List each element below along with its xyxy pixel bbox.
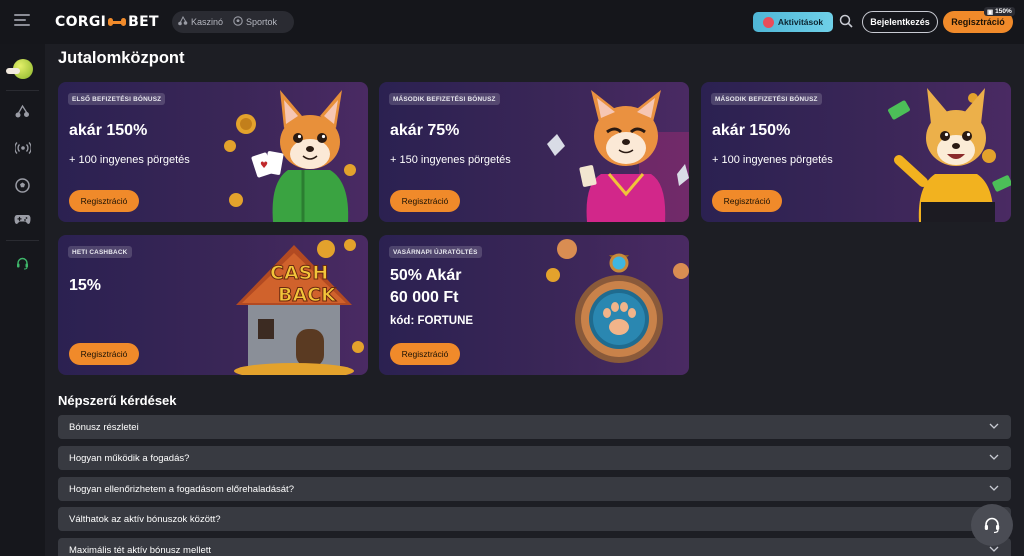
svg-text:♥: ♥ xyxy=(260,161,268,171)
card-register-button[interactable]: Regisztráció xyxy=(712,190,782,212)
main-nav: Kaszinó Sportok xyxy=(172,11,294,33)
sidebar-divider xyxy=(6,90,39,91)
card-register-button[interactable]: Regisztráció xyxy=(69,343,139,365)
search-icon[interactable] xyxy=(839,14,853,28)
nav-sports-label: Sportok xyxy=(246,17,278,27)
faq-item[interactable]: Bónusz részletei xyxy=(58,415,1011,439)
card-headline: 15% xyxy=(69,277,102,294)
faq-item[interactable]: Hogyan működik a fogadás? xyxy=(58,446,1011,470)
gift-icon: ▣ xyxy=(987,8,994,16)
cherries-icon xyxy=(178,15,188,28)
card-subtitle: + 150 ingyenes pörgetés xyxy=(390,154,511,166)
card-tag: VASÁRNAPI ÚJRATÖLTÉS xyxy=(389,246,482,258)
faq-item[interactable]: Hogyan ellenőrizhetem a fogadásom előreh… xyxy=(58,477,1011,501)
bonus-ball-icon xyxy=(5,59,33,79)
activities-button[interactable]: Aktivitások xyxy=(753,12,833,32)
corgi-pink-dress-illustration xyxy=(547,90,689,222)
sidebar-divider xyxy=(6,240,39,241)
card-tag: HETI CASHBACK xyxy=(68,246,132,258)
card-register-button[interactable]: Regisztráció xyxy=(69,190,139,212)
main-content: Jutalomközpont ELSŐ BEFIZETÉSI BÓNUSZ ak… xyxy=(45,44,1024,556)
support-chat-button[interactable] xyxy=(971,504,1013,546)
card-subtitle: + 100 ingyenes pörgetés xyxy=(712,154,833,166)
sidebar-item-games[interactable] xyxy=(0,204,45,234)
bonus-card-second-deposit-150: MÁSODIK BEFIZETÉSI BÓNUSZ akár 150% + 10… xyxy=(701,82,1011,222)
card-headline: akár 150% xyxy=(69,122,148,139)
faq-item[interactable]: Válthatok az aktív bónuszok között? xyxy=(58,507,1011,531)
nav-casino-label: Kaszinó xyxy=(191,17,224,27)
gamepad-icon xyxy=(14,215,31,224)
card-headline: akár 75% xyxy=(390,122,460,139)
rocket-icon xyxy=(762,16,774,28)
card-promo-code: kód: FORTUNE xyxy=(390,315,474,327)
logo-text-right: BET xyxy=(128,14,159,30)
headset-icon xyxy=(17,257,28,269)
card-register-button[interactable]: Regisztráció xyxy=(390,190,460,212)
sidebar-item-live[interactable] xyxy=(0,133,45,163)
bonus-card-second-deposit-75: MÁSODIK BEFIZETÉSI BÓNUSZ akár 75% + 150… xyxy=(379,82,689,222)
card-register-button[interactable]: Regisztráció xyxy=(390,343,460,365)
card-headline-line1: 50% Akár xyxy=(390,267,462,284)
faq-item[interactable]: Maximális tét aktív bónusz mellett xyxy=(58,538,1011,556)
hamburger-menu-icon[interactable] xyxy=(14,14,30,28)
bonus-card-weekly-cashback: HETI CASHBACK 15% Regisztráció CASH BACK xyxy=(58,235,368,375)
faq-question: Hogyan működik a fogadás? xyxy=(69,452,190,464)
paw-medallion-illustration xyxy=(546,239,689,363)
card-headline: akár 150% xyxy=(712,122,791,139)
bonus-card-first-deposit: ELSŐ BEFIZETÉSI BÓNUSZ akár 150% + 100 i… xyxy=(58,82,368,222)
soccer-ball-icon xyxy=(15,177,30,193)
faq-question: Bónusz részletei xyxy=(69,421,139,433)
faq-question: Maximális tét aktív bónusz mellett xyxy=(69,544,212,556)
sidebar-item-casino[interactable] xyxy=(0,96,45,126)
card-tag: MÁSODIK BEFIZETÉSI BÓNUSZ xyxy=(711,93,822,105)
card-tag: ELSŐ BEFIZETÉSI BÓNUSZ xyxy=(68,93,166,105)
logo-text-left: CORGI xyxy=(55,14,107,30)
logo[interactable]: CORGI BET xyxy=(55,14,159,30)
nav-casino[interactable]: Kaszinó xyxy=(178,15,224,28)
login-button[interactable]: Bejelentkezés xyxy=(862,11,938,33)
cashback-art-text-back: BACK xyxy=(278,284,337,306)
chevron-down-icon xyxy=(989,423,999,429)
headset-icon xyxy=(984,517,1000,534)
page-title: Jutalomközpont xyxy=(58,49,185,67)
cashback-house-illustration: CASH BACK xyxy=(234,239,364,375)
register-badge-text: 150% xyxy=(995,8,1012,15)
bone-icon xyxy=(108,18,126,26)
live-broadcast-icon xyxy=(14,142,31,154)
nav-sports[interactable]: Sportok xyxy=(233,16,277,28)
sidebar-item-support[interactable] xyxy=(0,248,45,278)
sidebar-item-sports[interactable] xyxy=(0,170,45,200)
sidebar xyxy=(0,44,45,556)
corgi-green-hoodie-illustration: ♥ xyxy=(224,90,356,222)
cashback-art-text-cash: CASH xyxy=(270,262,328,284)
card-tag: MÁSODIK BEFIZETÉSI BÓNUSZ xyxy=(389,93,500,105)
soccer-ball-icon xyxy=(233,16,243,28)
card-headline-line2: 60 000 Ft xyxy=(390,289,459,306)
faq-title: Népszerű kérdések xyxy=(58,393,177,408)
chevron-down-icon xyxy=(989,454,999,460)
sidebar-item-bonus[interactable] xyxy=(0,54,45,84)
chevron-down-icon xyxy=(989,485,999,491)
corgi-gold-shirt-illustration xyxy=(888,88,1011,222)
card-subtitle: + 100 ingyenes pörgetés xyxy=(69,154,190,166)
cherries-icon xyxy=(15,104,29,117)
faq-question: Válthatok az aktív bónuszok között? xyxy=(69,513,221,525)
register-bonus-badge: ▣ 150% xyxy=(984,7,1015,16)
faq-question: Hogyan ellenőrizhetem a fogadásom előreh… xyxy=(69,483,294,495)
top-header: CORGI BET Kaszinó Sportok Aktivitások Be… xyxy=(0,0,1024,44)
activities-label: Aktivitások xyxy=(777,17,824,27)
bonus-card-sunday-reload: VASÁRNAPI ÚJRATÖLTÉS 50% Akár 60 000 Ft … xyxy=(379,235,689,375)
